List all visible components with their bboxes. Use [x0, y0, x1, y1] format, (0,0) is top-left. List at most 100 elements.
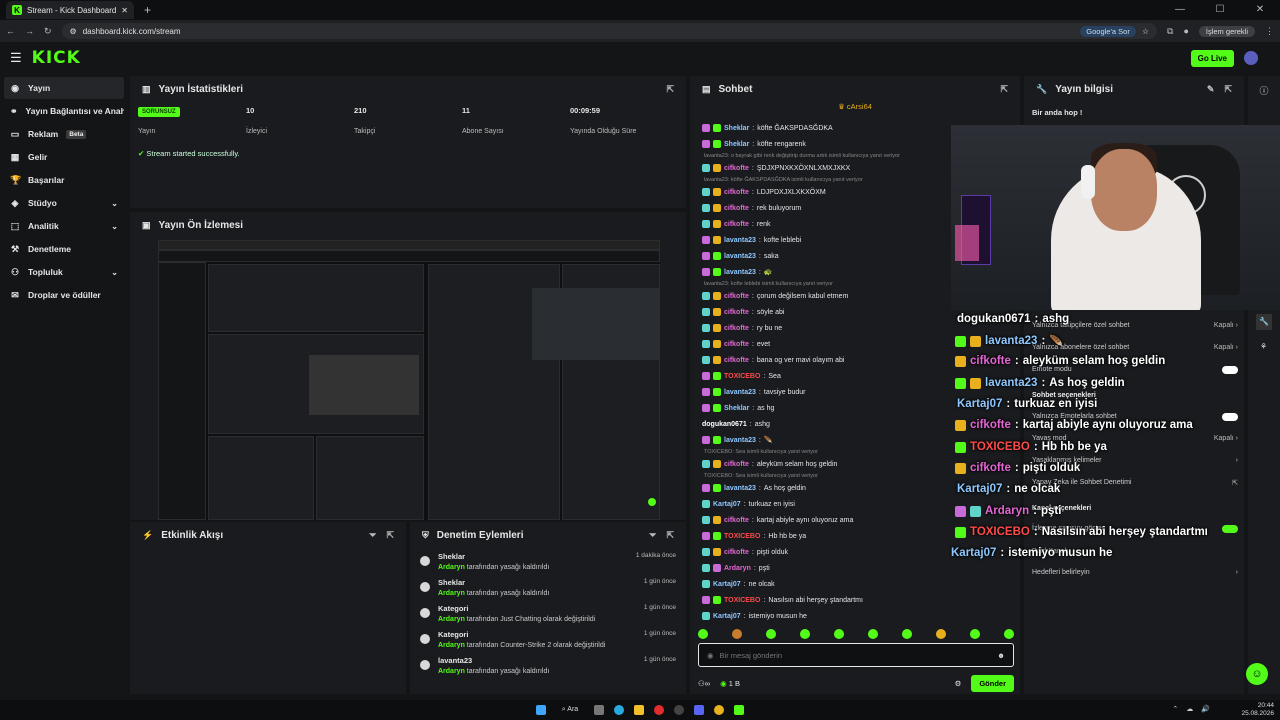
window-close-icon[interactable]: ✕ [1240, 0, 1280, 20]
browser-tab[interactable]: K Stream - Kick Dashboard ✕ [6, 1, 134, 19]
extensions-icon[interactable]: ⧉ [1167, 26, 1173, 37]
avatar[interactable] [1244, 51, 1258, 65]
new-tab-icon[interactable]: + [144, 3, 151, 17]
chat-username[interactable]: Ardaryn [724, 565, 751, 572]
obs-icon[interactable] [674, 705, 685, 715]
setting-row[interactable]: Emote modu [1032, 366, 1238, 376]
hamburger-menu-icon[interactable]: ☰ [10, 50, 22, 66]
chat-username[interactable]: Sheklar [724, 405, 749, 412]
reload-icon[interactable]: ↻ [44, 26, 52, 37]
emoji-picker-icon[interactable]: ☻ [997, 651, 1005, 660]
emote-icon[interactable] [970, 629, 980, 639]
sidebar-item-9[interactable]: ✉ Droplar ve ödüller [4, 284, 124, 306]
chat-users-icon[interactable]: ⚇∞ [698, 679, 710, 688]
minimize-icon[interactable]: — [1160, 0, 1200, 20]
setting-row[interactable]: Yapay Zeka ile Sohbet Denetimi ⇱ [1032, 479, 1238, 487]
toggle-switch[interactable] [1222, 413, 1238, 421]
chat-username[interactable]: cifkofte [724, 165, 749, 172]
chat-username[interactable]: lavanta23 [724, 485, 756, 492]
help-chat-button[interactable]: ☺ [1246, 663, 1268, 685]
popout-icon[interactable]: ⇱ [1224, 84, 1232, 95]
emote-icon[interactable] [800, 629, 810, 639]
popout-icon[interactable]: ⇱ [1000, 84, 1008, 95]
chat-username[interactable]: lavanta23 [724, 237, 756, 244]
windows-start-icon[interactable] [535, 705, 546, 715]
site-info-icon[interactable]: ⚙ [70, 27, 77, 36]
explorer-icon[interactable] [634, 705, 645, 715]
pinned-user[interactable]: ♛ cArsi64 [690, 102, 1020, 111]
sidebar-item-7[interactable]: ⚒ Denetleme [4, 238, 124, 260]
chat-username[interactable]: cifkofte [724, 341, 749, 348]
clock[interactable]: 20:44 25.08.2026 [1241, 702, 1274, 718]
info-icon[interactable]: ⓘ [1248, 84, 1280, 97]
update-button[interactable]: İşlem gerekli [1198, 25, 1255, 37]
toggle-switch[interactable] [1222, 366, 1238, 374]
chat-message[interactable]: TOXICEBO: Nasılsın abi herşey ştandartmı [690, 592, 1020, 608]
emote-icon[interactable] [834, 629, 844, 639]
emote-icon[interactable] [1004, 629, 1014, 639]
popout-icon[interactable]: ⇱ [386, 530, 394, 541]
chat-username[interactable]: TOXICEBO [724, 597, 760, 604]
chat-username[interactable]: dogukan0671 [702, 421, 747, 428]
wrench-rail-icon[interactable]: 🔧 [1256, 314, 1272, 330]
chat-username[interactable]: cifkofte [724, 549, 749, 556]
chat-username[interactable]: cifkofte [724, 357, 749, 364]
emote-icon[interactable] [936, 629, 946, 639]
address-bar[interactable]: ⚙ dashboard.kick.com/stream Google'a Sor… [61, 23, 1158, 39]
back-icon[interactable]: ← [6, 26, 15, 36]
send-button[interactable]: Gönder [971, 674, 1014, 692]
filter-icon[interactable]: ⏷ [649, 530, 656, 541]
chat-username[interactable]: cifkofte [724, 189, 749, 196]
moderation-item[interactable]: Kategori Ardaryn tarafından Just Chatting… [410, 600, 686, 626]
sidebar-item-0[interactable]: ◉ Yayın [4, 77, 124, 99]
chat-username[interactable]: lavanta23 [724, 389, 756, 396]
chat-input[interactable]: ◉ Bir mesaj gönderin ☻ [698, 643, 1014, 667]
sidebar-item-3[interactable]: ▦ Gelir [4, 146, 124, 168]
opera-icon[interactable] [654, 705, 665, 715]
sidebar-item-1[interactable]: ⚭ Yayın Bağlantısı ve Anahtarı [4, 100, 124, 122]
chat-username[interactable]: TOXICEBO [724, 533, 760, 540]
chat-username[interactable]: cifkofte [724, 293, 749, 300]
chat-username[interactable]: cifkofte [724, 309, 749, 316]
moderation-item[interactable]: Kategori Ardaryn tarafından Counter-Strik… [410, 626, 686, 652]
chat-username[interactable]: Kartaj07 [713, 501, 741, 508]
emote-icon[interactable] [766, 629, 776, 639]
share-rail-icon[interactable]: ⚘ [1260, 342, 1267, 351]
chat-username[interactable]: lavanta23 [724, 269, 756, 276]
google-ask-pill[interactable]: Google'a Sor [1080, 25, 1136, 37]
popout-icon[interactable]: ⇱ [666, 84, 674, 95]
chat-username[interactable]: TOXICEBO [724, 373, 760, 380]
edge-icon[interactable] [614, 705, 625, 715]
chrome-icon[interactable] [714, 705, 725, 715]
maximize-icon[interactable]: ☐ [1200, 0, 1240, 20]
go-live-button[interactable]: Go Live [1190, 50, 1234, 67]
chat-settings-icon[interactable]: ⚙ [955, 679, 962, 688]
emote-icon[interactable] [732, 629, 742, 639]
edit-icon[interactable]: ✎ [1207, 84, 1215, 95]
sidebar-item-8[interactable]: ⚇ Topluluk ⌄ [4, 261, 124, 283]
kick-logo[interactable]: KICK [32, 48, 81, 68]
chat-username[interactable]: cifkofte [724, 205, 749, 212]
forward-icon[interactable]: → [25, 26, 34, 36]
chat-username[interactable]: cifkofte [724, 461, 749, 468]
tab-close-icon[interactable]: ✕ [121, 6, 128, 15]
popout-icon[interactable]: ⇱ [666, 530, 674, 541]
setting-row[interactable]: Hedefleri belirleyin › [1032, 569, 1238, 576]
sidebar-item-5[interactable]: ◈ Stüdyo ⌄ [4, 192, 124, 214]
toggle-switch[interactable] [1222, 525, 1238, 533]
bookmark-star-icon[interactable]: ☆ [1142, 27, 1149, 36]
moderation-item[interactable]: lavanta23 Ardaryn tarafından yasağı kaldı… [410, 652, 686, 678]
emote-icon[interactable] [868, 629, 878, 639]
app-icon[interactable] [734, 705, 745, 715]
emote-icon[interactable] [698, 629, 708, 639]
chat-message[interactable]: Ardaryn: pşti [690, 560, 1020, 576]
chat-username[interactable]: Kartaj07 [713, 613, 741, 620]
sidebar-item-6[interactable]: ⬚ Analitik ⌄ [4, 215, 124, 237]
taskview-icon[interactable] [594, 705, 605, 715]
profile-icon[interactable]: ● [1183, 26, 1188, 36]
chat-username[interactable]: Sheklar [724, 141, 749, 148]
moderation-item[interactable]: Sheklar Ardaryn tarafından yasağı kaldırı… [410, 548, 686, 574]
sidebar-item-4[interactable]: 🏆 Başarılar [4, 169, 124, 191]
sidebar-item-2[interactable]: ▭ Reklam Beta [4, 123, 124, 145]
discord-icon[interactable] [694, 705, 705, 715]
